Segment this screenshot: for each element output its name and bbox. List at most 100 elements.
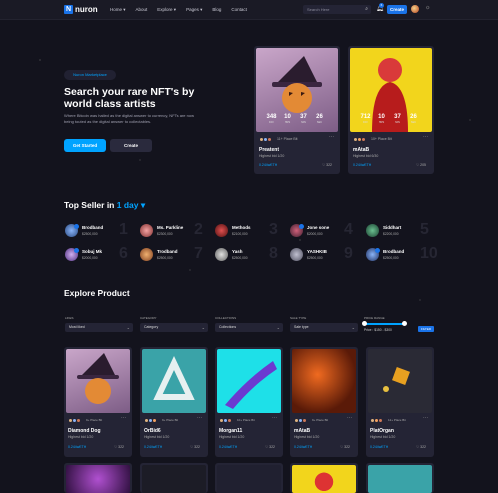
seller-name[interactable]: Methods — [232, 225, 251, 230]
bidder-avatars[interactable] — [294, 418, 307, 423]
heart-icon[interactable]: ♡ — [265, 445, 268, 449]
seller-item[interactable]: Sobuj Mk $2000,000 6 — [65, 245, 135, 262]
filter-button[interactable]: FILTER — [418, 326, 434, 332]
seller-name[interactable]: Trodband — [157, 249, 178, 254]
like-count[interactable]: ♡ 322 — [416, 445, 426, 449]
product-card[interactable]: 10+ Place Bit ··· Morgan11 Highest bid 1… — [215, 347, 283, 457]
card-title[interactable]: mAtaB — [294, 428, 310, 434]
product-card[interactable]: 12+ Place Bit ··· PlatOrgan Highest bid … — [366, 347, 434, 457]
menu-explore[interactable]: Explore ▾ — [157, 7, 176, 13]
like-count[interactable]: ♡ 322 — [322, 163, 332, 167]
seller-name[interactable]: Ms. Parkline — [157, 225, 183, 230]
dots-icon[interactable]: ··· — [423, 415, 428, 421]
period-dropdown[interactable]: 1 day ▾ — [117, 200, 145, 210]
avatar[interactable] — [290, 248, 303, 261]
sale-type-select[interactable]: Sale type ⌄ — [290, 323, 358, 332]
price-slider-max-handle[interactable] — [402, 321, 407, 326]
seller-name[interactable]: Brodband — [82, 225, 103, 230]
menu-contact[interactable]: Contact — [231, 7, 247, 13]
price-slider-track[interactable] — [364, 323, 404, 325]
bidder-avatars[interactable] — [353, 137, 366, 142]
product-card[interactable]: 9+ Place Bit ··· OrBid6 Highest bid 1/20… — [140, 347, 208, 457]
hero-card[interactable]: 348 DAY 10 HRS 37 MIN 26 SEC 11+ Place Bit ·… — [254, 46, 340, 174]
seller-item[interactable]: YASHKIB $2500,000 9 — [290, 245, 360, 262]
product-card[interactable]: 9+ Place Bit ··· Diamond Dog Highest bid… — [64, 347, 132, 457]
product-image[interactable] — [217, 465, 281, 493]
product-image[interactable] — [368, 465, 432, 493]
like-count[interactable]: ♡ 322 — [114, 445, 124, 449]
dots-icon[interactable]: ··· — [423, 134, 428, 140]
seller-item[interactable]: Jone sone $2000,000 4 — [290, 221, 360, 238]
product-image[interactable] — [292, 465, 356, 493]
product-image[interactable] — [368, 349, 432, 413]
avatar[interactable] — [215, 224, 228, 237]
seller-item[interactable]: Brodband $2500,000 1 — [65, 221, 135, 238]
card-title[interactable]: mAtaB — [353, 147, 369, 153]
hero-card-image[interactable]: 348 DAY 10 HRS 37 MIN 26 SEC — [256, 48, 338, 132]
bidder-avatars[interactable] — [219, 418, 232, 423]
get-started-button[interactable]: Get Started — [64, 139, 106, 152]
bidder-avatars[interactable] — [259, 137, 272, 142]
product-image[interactable] — [217, 349, 281, 413]
heart-icon[interactable]: ♡ — [114, 445, 117, 449]
card-title[interactable]: OrBid6 — [144, 428, 161, 434]
menu-blog[interactable]: Blog — [212, 7, 221, 13]
seller-name[interactable]: YASHKIB — [307, 249, 327, 254]
seller-name[interactable]: Yash — [232, 249, 243, 254]
seller-item[interactable]: Yash $2500,000 8 — [215, 245, 285, 262]
card-title[interactable]: PlatOrgan — [370, 428, 394, 434]
seller-name[interactable]: Sobuj Mk — [82, 249, 102, 254]
menu-about[interactable]: About — [136, 7, 148, 13]
logo[interactable]: N nuron — [64, 5, 98, 14]
heart-icon[interactable]: ♡ — [416, 445, 419, 449]
bidder-avatars[interactable] — [370, 418, 383, 423]
search-icon[interactable]: ⌕ — [365, 6, 368, 12]
product-image[interactable] — [142, 349, 206, 413]
collections-select[interactable]: Collections ⌄ — [215, 323, 283, 332]
product-card[interactable] — [290, 463, 358, 493]
heart-icon[interactable]: ♡ — [340, 445, 343, 449]
seller-item[interactable]: Methods $2100,000 3 — [215, 221, 285, 238]
card-title[interactable]: Preatent — [259, 147, 279, 153]
product-card[interactable] — [64, 463, 132, 493]
bell-icon[interactable]: 🔔︎ 6 — [376, 3, 384, 12]
product-image[interactable] — [142, 465, 206, 493]
product-card[interactable] — [140, 463, 208, 493]
hero-card[interactable]: 712 DAY 10 HRS 37 MIN 26 SEC 10+ Place Bit ·… — [348, 46, 434, 174]
heart-icon[interactable]: ♡ — [416, 163, 419, 167]
menu-pages[interactable]: Pages ▾ — [186, 7, 202, 13]
dots-icon[interactable]: ··· — [197, 415, 202, 421]
product-card[interactable]: 9+ Place Bit ··· mAtaB Highest bid 1/20 … — [290, 347, 358, 457]
like-count[interactable]: ♡ 322 — [340, 445, 350, 449]
dots-icon[interactable]: ··· — [347, 415, 352, 421]
seller-name[interactable]: Siddhart — [383, 225, 401, 230]
bidder-avatars[interactable] — [144, 418, 157, 423]
product-image[interactable] — [292, 349, 356, 413]
product-image[interactable] — [66, 349, 130, 413]
hero-create-button[interactable]: Create — [110, 139, 152, 152]
dots-icon[interactable]: ··· — [121, 415, 126, 421]
seller-item[interactable]: Brodband $2500,000 10 — [366, 245, 438, 262]
like-count[interactable]: ♡ 322 — [190, 445, 200, 449]
avatar[interactable] — [215, 248, 228, 261]
seller-name[interactable]: Jone sone — [307, 225, 329, 230]
user-avatar[interactable] — [411, 5, 419, 13]
card-title[interactable]: Diamond Dog — [68, 428, 101, 434]
dots-icon[interactable]: ··· — [329, 134, 334, 140]
hero-card-image[interactable]: 712 DAY 10 HRS 37 MIN 26 SEC — [350, 48, 432, 132]
price-slider-min-handle[interactable] — [362, 321, 367, 326]
seller-name[interactable]: Brodband — [383, 249, 404, 254]
like-count[interactable]: ♡ 322 — [265, 445, 275, 449]
nav-create-button[interactable]: Create — [387, 5, 407, 14]
heart-icon[interactable]: ♡ — [322, 163, 325, 167]
avatar[interactable] — [140, 224, 153, 237]
card-title[interactable]: Morgan11 — [219, 428, 242, 434]
seller-item[interactable]: Siddhart $2200,000 5 — [366, 221, 436, 238]
bidder-avatars[interactable] — [68, 418, 81, 423]
seller-item[interactable]: Trodband $2500,000 7 — [140, 245, 210, 262]
category-select[interactable]: Category ⌄ — [140, 323, 208, 332]
likes-select[interactable]: Most liked ⌄ — [65, 323, 133, 332]
heart-icon[interactable]: ♡ — [190, 445, 193, 449]
product-card[interactable] — [215, 463, 283, 493]
sun-icon[interactable]: ☼ — [425, 5, 431, 11]
